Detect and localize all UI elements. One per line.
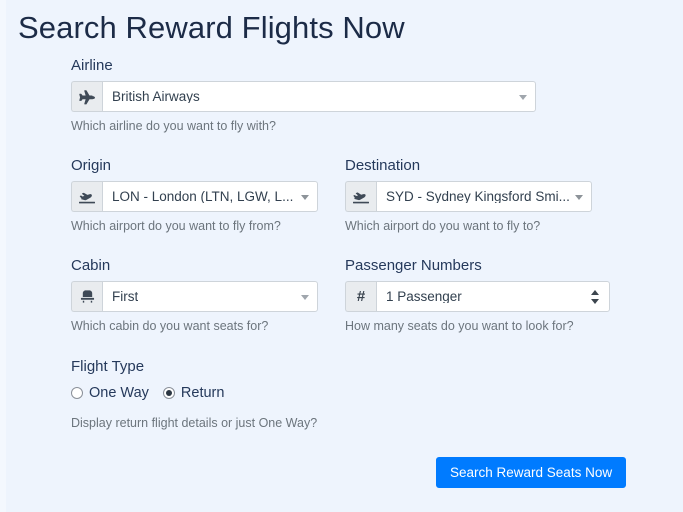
cabin-value: First [112, 289, 139, 304]
destination-value: SYD - Sydney Kingsford Smi... [386, 189, 569, 204]
cabin-select[interactable]: First [102, 281, 318, 312]
airline-help-text: Which airline do you want to fly with? [71, 119, 276, 133]
field-passengers: Passenger Numbers # 1 Passenger How many… [345, 257, 610, 334]
destination-help-text: Which airport do you want to fly to? [345, 219, 541, 233]
radio-label-return: Return [180, 384, 225, 401]
field-label-flight-type: Flight Type [71, 358, 145, 375]
page-content: Search Reward Flights Now Airline Britis… [0, 0, 683, 512]
airline-input-group[interactable]: British Airways [71, 81, 536, 112]
chevron-down-icon [301, 294, 309, 300]
field-airline: Airline British Airways Which airline do… [71, 57, 536, 134]
page-title: Search Reward Flights Now [18, 10, 405, 45]
radio-one-way[interactable]: One Way [71, 386, 149, 401]
passengers-input-group[interactable]: # 1 Passenger [345, 281, 610, 312]
cabin-input-group[interactable]: First [71, 281, 318, 312]
field-destination: Destination SYD - Sydney Kingsford Smi..… [345, 157, 592, 234]
plane-icon [71, 81, 102, 112]
plane-arrival-icon [345, 181, 376, 212]
origin-help-text: Which airport do you want to fly from? [71, 219, 281, 233]
passengers-select[interactable]: 1 Passenger [376, 281, 610, 312]
flight-type-radio-group: One Way Return [71, 382, 401, 404]
origin-select[interactable]: LON - London (LTN, LGW, L... [102, 181, 318, 212]
radio-mark-one-way[interactable] [71, 387, 83, 399]
flight-type-help-text: Display return flight details or just On… [71, 416, 318, 430]
seat-icon [71, 281, 102, 312]
airline-select[interactable]: British Airways [102, 81, 536, 112]
hash-icon: # [345, 281, 376, 312]
cabin-help-text: Which cabin do you want seats for? [71, 319, 269, 333]
updown-chevron-icon [591, 289, 600, 304]
field-flight-type: Flight Type One Way Return Display retur… [71, 358, 401, 431]
plane-departure-icon [71, 181, 102, 212]
radio-label-one-way: One Way [89, 384, 149, 401]
field-label-destination: Destination [345, 157, 421, 174]
passengers-help-text: How many seats do you want to look for? [345, 319, 574, 333]
field-label-airline: Airline [71, 57, 113, 74]
chevron-down-icon [301, 194, 309, 200]
field-label-cabin: Cabin [71, 257, 111, 274]
hash-glyph: # [356, 288, 366, 305]
field-label-origin: Origin [71, 157, 112, 174]
airline-value: British Airways [112, 89, 200, 104]
search-reward-flights-page: Search Reward Flights Now Airline Britis… [0, 0, 683, 512]
field-label-passengers: Passenger Numbers [345, 257, 482, 274]
chevron-down-icon [519, 94, 527, 100]
field-cabin: Cabin First Which cabin do you want seat… [71, 257, 318, 334]
radio-return[interactable]: Return [162, 384, 225, 401]
passengers-value: 1 Passenger [386, 289, 462, 304]
origin-value: LON - London (LTN, LGW, L... [112, 189, 294, 204]
destination-input-group[interactable]: SYD - Sydney Kingsford Smi... [345, 181, 592, 212]
field-origin: Origin LON - London (LTN, LGW, L... Whic… [71, 157, 318, 234]
search-reward-seats-button[interactable]: Search Reward Seats Now [436, 457, 627, 488]
chevron-down-icon [575, 194, 583, 200]
origin-input-group[interactable]: LON - London (LTN, LGW, L... [71, 181, 318, 212]
radio-mark-return[interactable] [162, 387, 175, 399]
destination-select[interactable]: SYD - Sydney Kingsford Smi... [376, 181, 592, 212]
